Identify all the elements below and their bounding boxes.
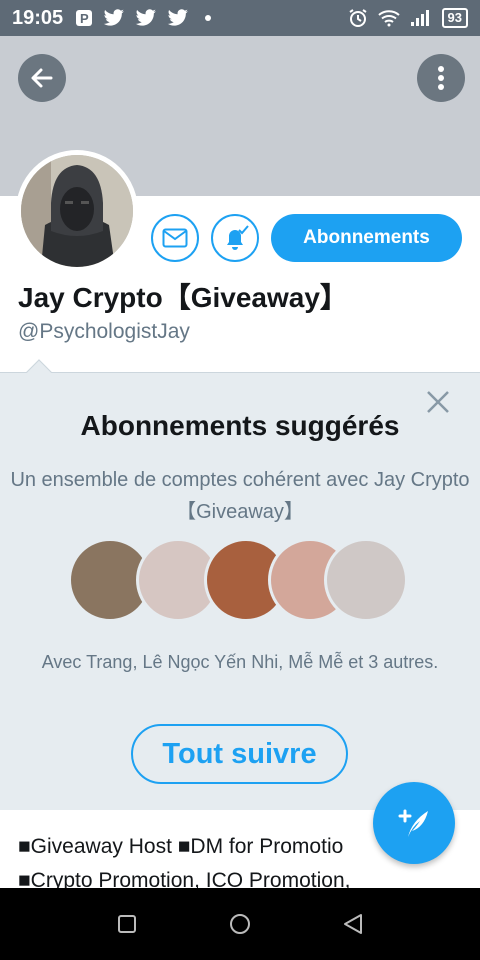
profile-avatar[interactable] bbox=[16, 150, 138, 272]
status-time: 19:05 bbox=[12, 6, 64, 29]
twitter-icon bbox=[103, 9, 125, 26]
recents-button[interactable] bbox=[107, 904, 147, 944]
notifications-button[interactable] bbox=[211, 214, 259, 262]
avatar-image bbox=[21, 155, 133, 267]
back-nav-button[interactable] bbox=[333, 904, 373, 944]
twitter-icon bbox=[135, 9, 157, 26]
display-name: Jay Crypto【Giveaway】 bbox=[18, 282, 348, 313]
notification-icons: P bbox=[75, 9, 212, 27]
suggested-avatar[interactable] bbox=[324, 538, 408, 622]
arrow-left-icon bbox=[31, 68, 53, 88]
more-notifications-dot bbox=[205, 15, 212, 21]
follow-all-button[interactable]: Tout suivre bbox=[131, 724, 348, 784]
suggestions-title: Abonnements suggérés bbox=[80, 410, 400, 441]
system-navigation-bar bbox=[0, 888, 480, 960]
svg-text:P: P bbox=[80, 11, 89, 26]
bio-line: ■Giveaway Host ■DM for Promotio bbox=[18, 835, 344, 858]
signal-icon bbox=[410, 10, 429, 26]
compose-tweet-button[interactable] bbox=[373, 782, 455, 864]
p-icon: P bbox=[76, 10, 93, 26]
back-button[interactable] bbox=[18, 54, 66, 102]
suggestions-subtitle: Un ensemble de comptes cohérent avec Jay… bbox=[10, 469, 470, 523]
message-button[interactable] bbox=[151, 214, 199, 262]
system-icons: 93 bbox=[348, 8, 468, 28]
triangle-back-icon bbox=[344, 914, 363, 934]
twitter-icon bbox=[167, 9, 189, 26]
square-icon bbox=[117, 915, 136, 933]
alarm-icon bbox=[348, 9, 367, 27]
user-handle: @PsychologistJay bbox=[18, 320, 190, 343]
wifi-icon bbox=[377, 10, 400, 27]
following-button[interactable]: Abonnements bbox=[271, 214, 462, 262]
status-bar: 19:05 P 93 bbox=[0, 0, 480, 36]
home-button[interactable] bbox=[220, 904, 260, 944]
more-vertical-icon bbox=[438, 66, 444, 90]
suggested-people-text: Avec Trang, Lê Ngọc Yến Nhi, Mễ Mễ et 3 … bbox=[41, 652, 439, 672]
suggested-avatars bbox=[68, 538, 408, 622]
battery-icon: 93 bbox=[441, 8, 468, 28]
bell-check-icon bbox=[227, 225, 249, 250]
mail-icon bbox=[162, 228, 188, 248]
more-options-button[interactable] bbox=[417, 54, 465, 102]
quill-plus-icon bbox=[398, 809, 428, 837]
circle-icon bbox=[229, 914, 250, 934]
